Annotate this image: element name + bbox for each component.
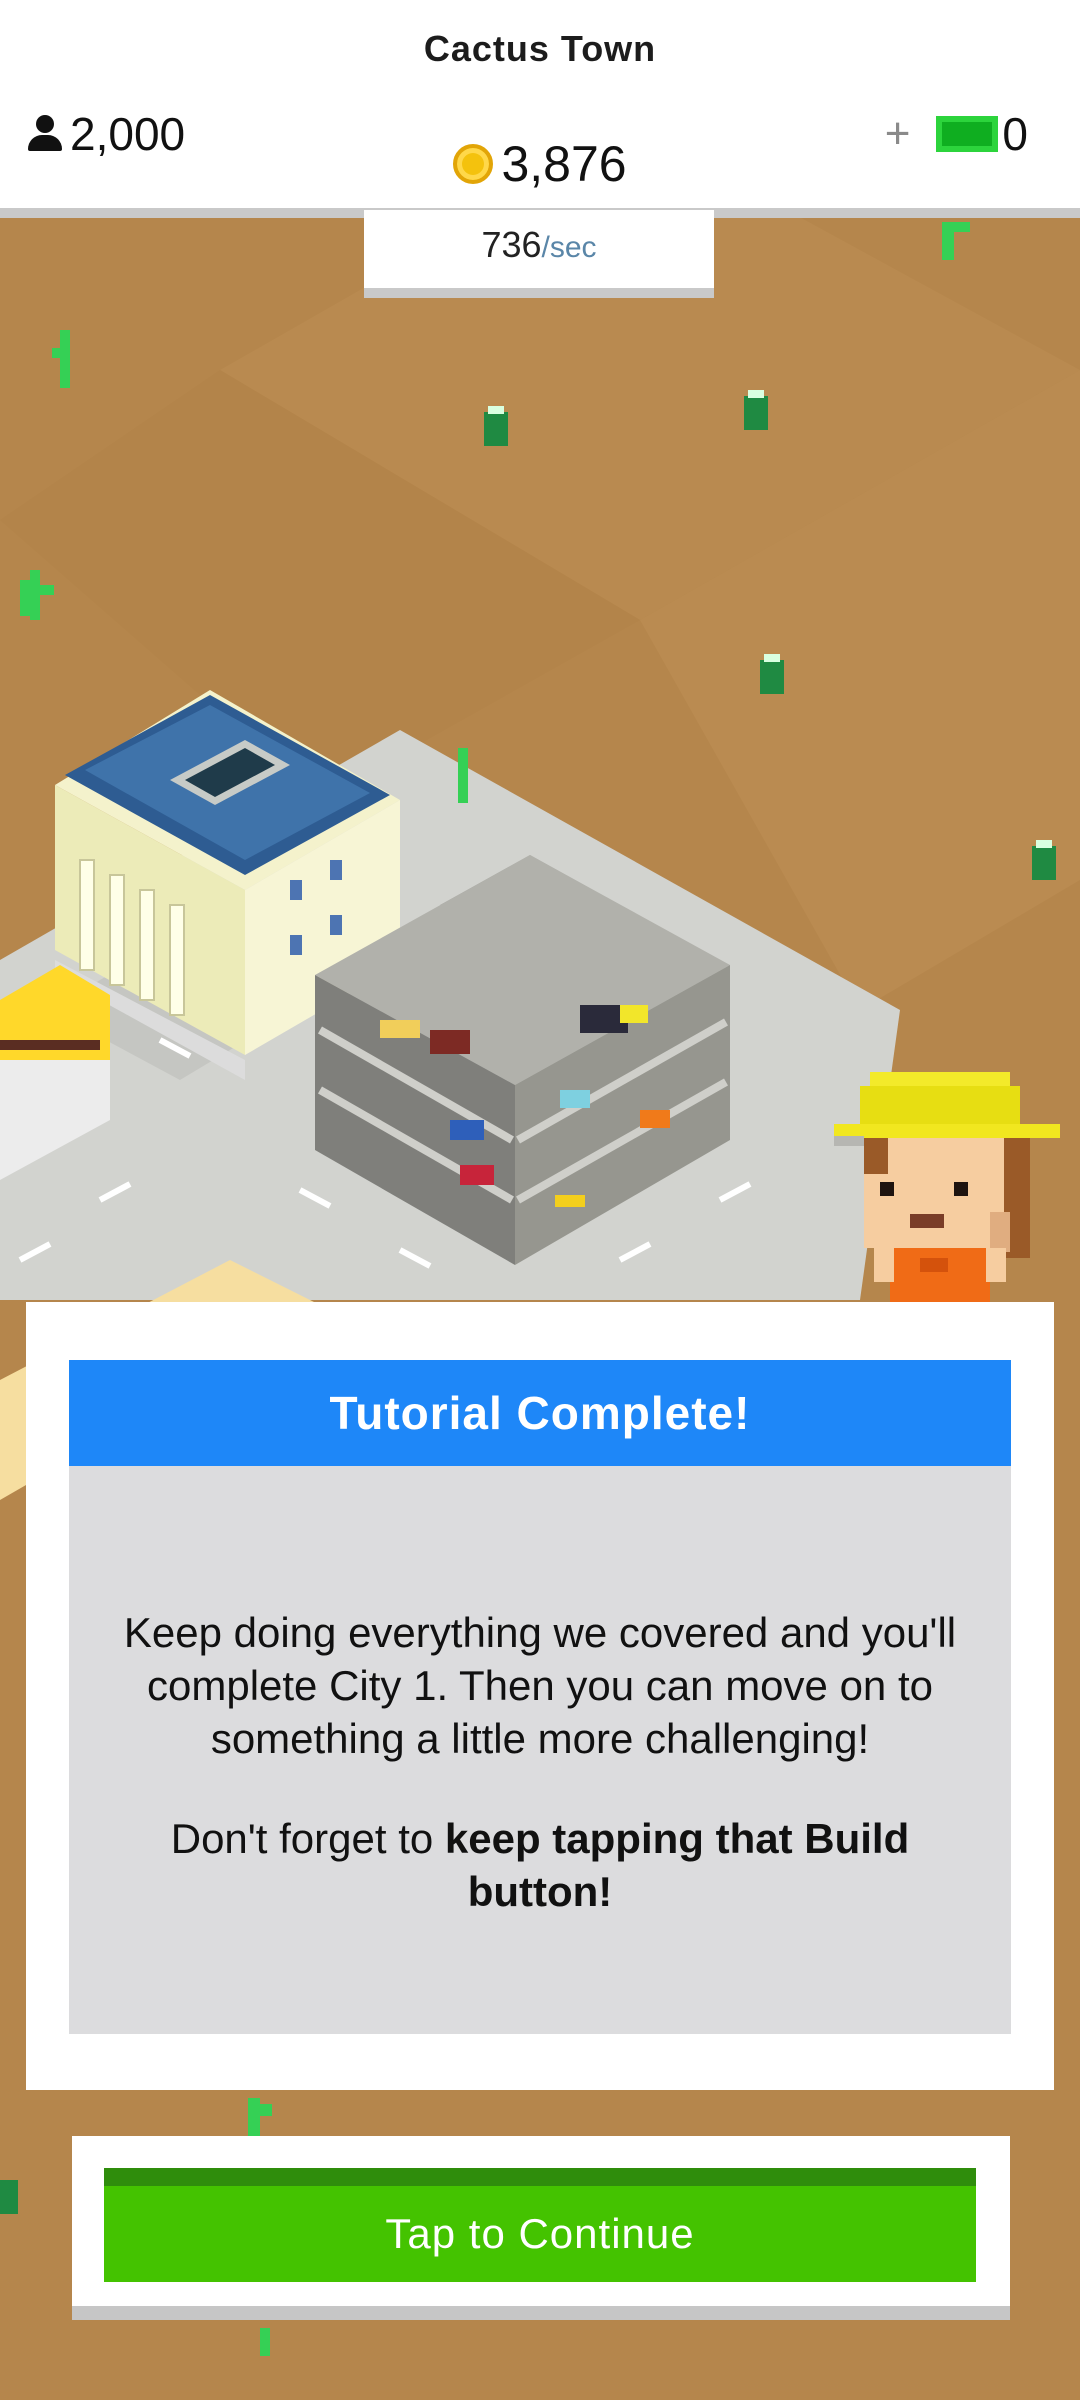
cash-icon: [936, 116, 999, 152]
top-hud: Cactus Town 2,000 3,876 + 0: [0, 0, 1080, 218]
paragraph-2-text: Don't forget to: [170, 1815, 445, 1862]
tutorial-dialog: Tutorial Complete! Keep doing everything…: [26, 1302, 1054, 2090]
dialog-body: Keep doing everything we covered and you…: [69, 1466, 1011, 2034]
coin-icon: [453, 144, 494, 184]
rate-unit: /sec: [541, 231, 597, 264]
coin-value: 3,876: [501, 136, 627, 192]
income-rate: 736/sec: [364, 224, 714, 266]
tap-to-continue-button[interactable]: Tap to Continue: [104, 2168, 976, 2282]
rate-value: 736: [481, 224, 542, 265]
income-rate-tab: 736/sec: [364, 210, 714, 298]
builder-character: [830, 1062, 1060, 1342]
dialog-paragraph-1: Keep doing everything we covered and you…: [123, 1609, 957, 1762]
cash-value: 0: [1002, 108, 1028, 160]
cash-counter[interactable]: + 0: [885, 104, 1028, 164]
paragraph-2-emphasis: keep tapping that Build button!: [444, 1815, 910, 1915]
continue-panel: Tap to Continue: [72, 2136, 1010, 2320]
dialog-title: Tutorial Complete!: [69, 1360, 1011, 1466]
city-name: Cactus Town: [423, 28, 657, 69]
add-cash-button[interactable]: +: [885, 109, 911, 159]
dialog-paragraph-2: Don't forget to keep tapping that Build …: [109, 1812, 971, 1918]
